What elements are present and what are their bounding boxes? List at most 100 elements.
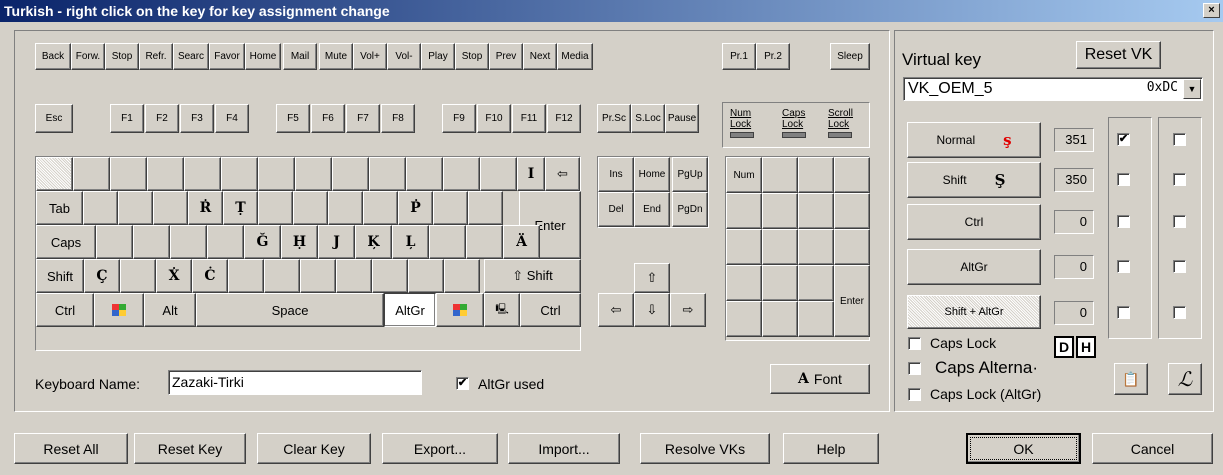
- d-button[interactable]: D: [1054, 336, 1074, 358]
- char-code-field-4[interactable]: 0: [1054, 301, 1094, 325]
- letter-key-q9[interactable]: Ṗ: [398, 191, 433, 225]
- bottom-button-help[interactable]: Help: [783, 433, 879, 464]
- fn-key-8[interactable]: F8: [381, 104, 415, 133]
- letter-key-z0[interactable]: Ç: [84, 259, 120, 293]
- letter-key-a5[interactable]: Ḥ: [281, 225, 318, 259]
- letter-key-z7[interactable]: [336, 259, 372, 293]
- media-key-8[interactable]: Mute: [319, 43, 353, 70]
- keyboard-name-input[interactable]: Zazaki-Tirki: [168, 370, 422, 395]
- number-key-8[interactable]: [332, 157, 369, 191]
- letter-key-a2[interactable]: [170, 225, 207, 259]
- letter-key-z9[interactable]: [408, 259, 444, 293]
- media-key-13[interactable]: Prev: [489, 43, 523, 70]
- right-shift-key[interactable]: ⇧ Shift: [484, 259, 581, 293]
- letter-key-q0[interactable]: [83, 191, 118, 225]
- caps-lock-altgr-checkbox[interactable]: [908, 388, 921, 401]
- chevron-down-icon[interactable]: ▼: [1183, 79, 1201, 99]
- end-key[interactable]: End: [634, 192, 670, 227]
- letter-key-a0[interactable]: [96, 225, 133, 259]
- space-key[interactable]: Space: [196, 293, 384, 327]
- fn-key-6[interactable]: F6: [311, 104, 345, 133]
- number-key-10[interactable]: [406, 157, 443, 191]
- numpad-key-3-1[interactable]: [762, 265, 798, 301]
- font-button[interactable]: A Font: [770, 364, 870, 394]
- number-key-5[interactable]: [221, 157, 258, 191]
- fn-key-5[interactable]: F5: [276, 104, 310, 133]
- fn-key-14[interactable]: S.Loc: [631, 104, 665, 133]
- letter-key-a10[interactable]: [466, 225, 503, 259]
- number-key-4[interactable]: [184, 157, 221, 191]
- letter-key-z5[interactable]: [264, 259, 300, 293]
- close-button[interactable]: ×: [1203, 3, 1220, 18]
- right-ctrl-key[interactable]: Ctrl: [520, 293, 581, 327]
- numpad-key-2-1[interactable]: [762, 229, 798, 265]
- letter-key-q7[interactable]: [328, 191, 363, 225]
- numpad-key-1-0[interactable]: [726, 193, 762, 229]
- altgr-key[interactable]: AltGr: [384, 293, 436, 327]
- letter-key-q6[interactable]: [293, 191, 328, 225]
- fn-key-10[interactable]: F10: [477, 104, 511, 133]
- numpad-key-3-2[interactable]: [798, 265, 834, 301]
- media-key-14[interactable]: Next: [523, 43, 557, 70]
- shift-key[interactable]: Shift: [36, 259, 84, 293]
- pgdn-key[interactable]: PgDn: [672, 192, 708, 227]
- reset-vk-button[interactable]: Reset VK: [1076, 41, 1161, 69]
- numpad-key-1-3[interactable]: [834, 193, 870, 229]
- fn-key-15[interactable]: Pause: [665, 104, 699, 133]
- char-code-field-3[interactable]: 0: [1054, 255, 1094, 279]
- letter-key-a11[interactable]: Ä: [503, 225, 540, 259]
- menu-icon[interactable]: 🖳: [484, 293, 520, 327]
- numpad-key-4-2[interactable]: [798, 301, 834, 337]
- altgr-used-checkbox[interactable]: ✔: [456, 377, 469, 390]
- pgup-key[interactable]: PgUp: [672, 157, 708, 192]
- media-key-3[interactable]: Refr.: [139, 43, 173, 70]
- ok-button[interactable]: OK: [966, 433, 1081, 464]
- media-key-9[interactable]: Vol+: [353, 43, 387, 70]
- shift-state-button-3[interactable]: AltGr: [907, 249, 1041, 285]
- properties-icon[interactable]: 📋: [1114, 363, 1148, 395]
- char-code-field-2[interactable]: 0: [1054, 210, 1094, 234]
- h-button[interactable]: H: [1076, 336, 1096, 358]
- letter-key-q2[interactable]: [153, 191, 188, 225]
- number-key-11[interactable]: [443, 157, 480, 191]
- windows-icon-right[interactable]: [436, 293, 484, 327]
- numpad-key-1-2[interactable]: [798, 193, 834, 229]
- media-key-18[interactable]: Sleep: [830, 43, 870, 70]
- bottom-button-clear-key[interactable]: Clear Key: [257, 433, 371, 464]
- media-key-17[interactable]: Pr.2: [756, 43, 790, 70]
- letter-key-q11[interactable]: [468, 191, 503, 225]
- windows-icon[interactable]: [94, 293, 144, 327]
- letter-key-a1[interactable]: [133, 225, 170, 259]
- fn-key-9[interactable]: F9: [442, 104, 476, 133]
- bottom-button-reset-key[interactable]: Reset Key: [134, 433, 246, 464]
- fn-key-4[interactable]: F4: [215, 104, 249, 133]
- letter-key-a6[interactable]: J: [318, 225, 355, 259]
- caps-lock-checkbox[interactable]: [908, 337, 921, 350]
- numpad-enter-key[interactable]: Enter: [834, 265, 870, 337]
- alt-key[interactable]: Alt: [144, 293, 196, 327]
- tab-key[interactable]: Tab: [36, 191, 83, 225]
- cancel-button[interactable]: Cancel: [1092, 433, 1213, 464]
- ins-key[interactable]: Ins: [598, 157, 634, 192]
- numpad-key-4-1[interactable]: [762, 301, 798, 337]
- shift-state-button-1[interactable]: Shift Ş: [907, 162, 1041, 198]
- letter-key-z1[interactable]: [120, 259, 156, 293]
- letter-key-q1[interactable]: [118, 191, 153, 225]
- number-key-0[interactable]: [36, 157, 73, 191]
- number-key-6[interactable]: [258, 157, 295, 191]
- home-key[interactable]: Home: [634, 157, 670, 192]
- number-key-9[interactable]: [369, 157, 406, 191]
- caps-alternate-checkbox[interactable]: [908, 362, 921, 375]
- fn-key-12[interactable]: F12: [547, 104, 581, 133]
- arrow-up-key[interactable]: ⇧: [634, 263, 670, 293]
- numpad-key-2-3[interactable]: [834, 229, 870, 265]
- number-key-2[interactable]: [110, 157, 147, 191]
- numpad-key-4-0[interactable]: [726, 301, 762, 337]
- letter-key-z10[interactable]: [444, 259, 480, 293]
- media-key-5[interactable]: Favor: [209, 43, 245, 70]
- shift-state-button-2[interactable]: Ctrl: [907, 204, 1041, 240]
- caps-key[interactable]: Caps: [36, 225, 96, 259]
- numpad-key-0-1[interactable]: [762, 157, 798, 193]
- letter-key-z8[interactable]: [372, 259, 408, 293]
- media-key-11[interactable]: Play: [421, 43, 455, 70]
